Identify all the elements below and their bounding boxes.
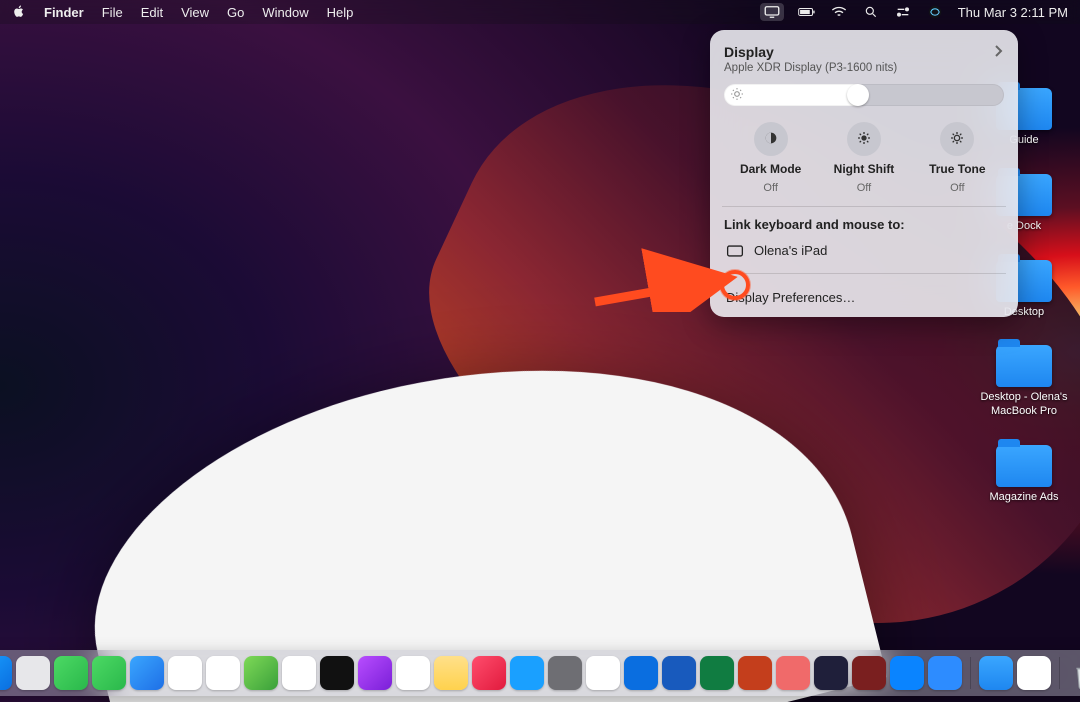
dock-app-podcasts[interactable] bbox=[358, 656, 392, 690]
dock-app-notes[interactable] bbox=[434, 656, 468, 690]
control-center-icon[interactable] bbox=[894, 3, 912, 21]
dock-app-excel[interactable] bbox=[700, 656, 734, 690]
dock-app-zoom[interactable] bbox=[928, 656, 962, 690]
dock-app-aftereffects[interactable] bbox=[814, 656, 848, 690]
desktop-folder[interactable]: Desktop - Olena's MacBook Pro bbox=[976, 345, 1072, 419]
dark-mode-toggle[interactable]: Dark Mode Off bbox=[726, 122, 816, 194]
dock-app-outlook[interactable] bbox=[624, 656, 658, 690]
display-status-icon[interactable] bbox=[760, 3, 784, 21]
dock-app-facetime[interactable] bbox=[92, 656, 126, 690]
display-panel-title: Display bbox=[724, 44, 897, 60]
dock-app-safari[interactable] bbox=[206, 656, 240, 690]
annotation-arrow-icon bbox=[590, 232, 740, 312]
night-shift-icon bbox=[856, 130, 872, 149]
dock-app-ppt[interactable] bbox=[738, 656, 772, 690]
menubar-item-file[interactable]: File bbox=[102, 5, 123, 20]
menubar-app[interactable]: Finder bbox=[44, 5, 84, 20]
display-preferences-link[interactable]: Display Preferences… bbox=[724, 284, 1004, 309]
menubar-item-go[interactable]: Go bbox=[227, 5, 244, 20]
dock-app-mail[interactable] bbox=[130, 656, 164, 690]
true-tone-icon bbox=[949, 130, 965, 149]
trash-icon[interactable] bbox=[1068, 656, 1080, 690]
dock-app-tv[interactable] bbox=[320, 656, 354, 690]
dock-app-messages[interactable] bbox=[54, 656, 88, 690]
link-device-name: Olena's iPad bbox=[754, 243, 827, 258]
siri-icon[interactable] bbox=[926, 3, 944, 21]
menubar-item-edit[interactable]: Edit bbox=[141, 5, 163, 20]
apple-menu-icon[interactable] bbox=[12, 4, 26, 21]
desktop-folder-label: Magazine Ads bbox=[989, 491, 1058, 505]
dock-separator bbox=[970, 657, 971, 689]
wifi-status-icon[interactable] bbox=[830, 3, 848, 21]
dock-app-reminders[interactable] bbox=[282, 656, 316, 690]
dock-app-maps[interactable] bbox=[244, 656, 278, 690]
dock-app-appstore[interactable] bbox=[510, 656, 544, 690]
night-shift-toggle[interactable]: Night Shift Off bbox=[819, 122, 909, 194]
dock-app-1password[interactable] bbox=[890, 656, 924, 690]
menubar-item-help[interactable]: Help bbox=[327, 5, 354, 20]
spotlight-icon[interactable] bbox=[862, 3, 880, 21]
dock-app-photos[interactable] bbox=[168, 656, 202, 690]
dock-app-settings[interactable] bbox=[548, 656, 582, 690]
menubar-item-view[interactable]: View bbox=[181, 5, 209, 20]
desktop-folder-label: Desktop - Olena's MacBook Pro bbox=[977, 391, 1071, 419]
dock-app-launchpad[interactable] bbox=[16, 656, 50, 690]
dock bbox=[0, 650, 1080, 696]
desktop-folder[interactable]: Magazine Ads bbox=[976, 445, 1072, 505]
battery-status-icon[interactable] bbox=[798, 3, 816, 21]
brightness-icon bbox=[730, 87, 744, 104]
dark-mode-icon bbox=[763, 130, 779, 149]
display-control-panel: Display Apple XDR Display (P3-1600 nits)… bbox=[710, 30, 1018, 317]
dock-separator bbox=[1059, 657, 1060, 689]
display-panel-subtitle: Apple XDR Display (P3-1600 nits) bbox=[724, 62, 897, 74]
menubar-datetime[interactable]: Thu Mar 3 2:11 PM bbox=[958, 5, 1068, 20]
chevron-right-icon[interactable] bbox=[994, 44, 1004, 61]
brightness-slider[interactable] bbox=[724, 84, 1004, 106]
true-tone-toggle[interactable]: True Tone Off bbox=[912, 122, 1002, 194]
dock-app-calendar[interactable] bbox=[396, 656, 430, 690]
dock-app-asana[interactable] bbox=[776, 656, 810, 690]
brightness-slider-thumb[interactable] bbox=[847, 84, 869, 106]
dock-app-dictionary[interactable] bbox=[852, 656, 886, 690]
menubar: Finder File Edit View Go Window Help Thu… bbox=[0, 0, 1080, 24]
dock-app-downloads[interactable] bbox=[979, 656, 1013, 690]
dock-app-download-stack[interactable] bbox=[1017, 656, 1051, 690]
dock-app-slack[interactable] bbox=[586, 656, 620, 690]
dock-app-music[interactable] bbox=[472, 656, 506, 690]
menubar-item-window[interactable]: Window bbox=[262, 5, 308, 20]
link-device-row[interactable]: Olena's iPad bbox=[724, 240, 1004, 261]
link-section-label: Link keyboard and mouse to: bbox=[724, 217, 1004, 232]
dock-app-finder[interactable] bbox=[0, 656, 12, 690]
dock-app-word[interactable] bbox=[662, 656, 696, 690]
